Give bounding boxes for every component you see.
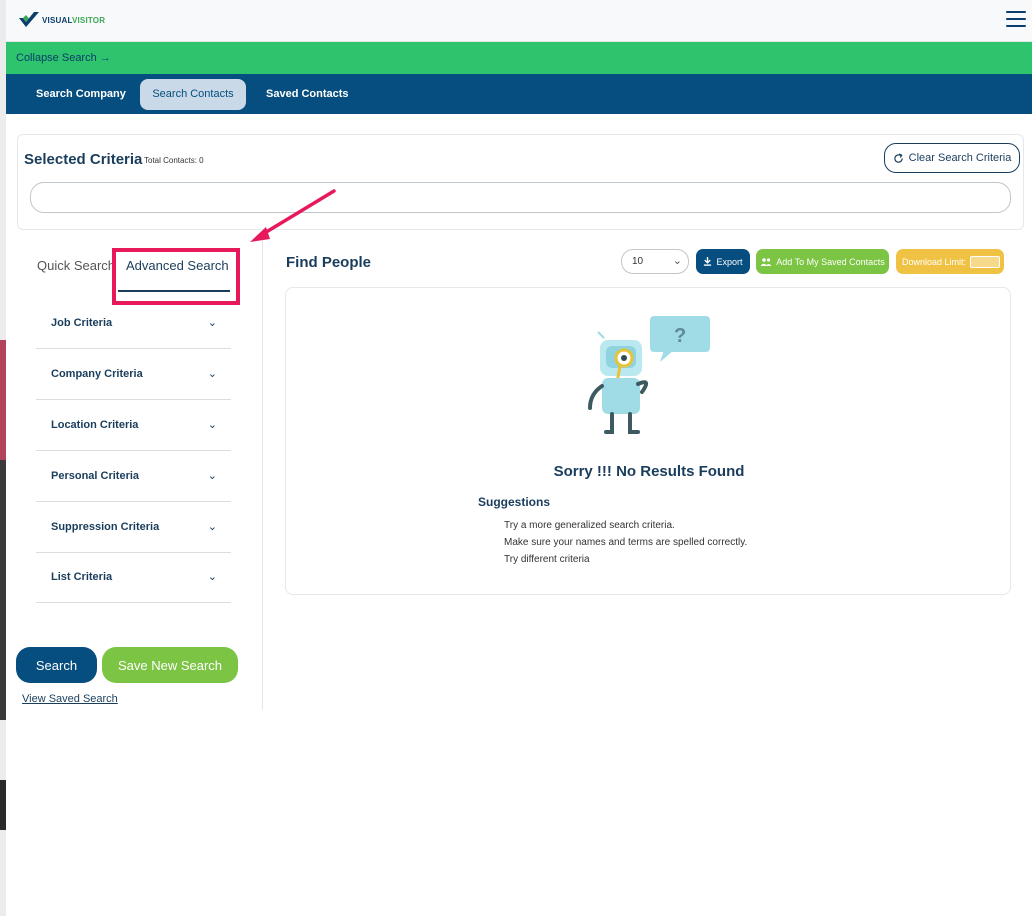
tab-quick-search[interactable]: Quick Search	[37, 258, 115, 273]
selected-criteria-title: Selected Criteria	[24, 151, 143, 168]
logo-text: VISUALVISITOR	[42, 15, 106, 25]
svg-text:?: ?	[674, 325, 686, 347]
total-contacts: Total Contacts: 0	[144, 156, 204, 165]
chevron-down-icon: ⌄	[207, 368, 217, 380]
chevron-down-icon: ⌄	[207, 470, 217, 482]
save-new-search-button[interactable]: Save New Search	[102, 647, 238, 683]
panel-divider	[262, 240, 263, 710]
list-item: Try a more generalized search criteria.	[504, 520, 675, 531]
search-sidebar: Quick Search Advanced Search Job Criteri…	[16, 240, 262, 710]
accordion-list-criteria[interactable]: List Criteria ⌄	[36, 552, 231, 603]
search-mode-tabs: Quick Search Advanced Search	[26, 246, 240, 305]
chevron-down-icon: ⌄	[207, 317, 217, 329]
main-nav: Search Company Search Contacts Saved Con…	[6, 74, 1032, 114]
selected-criteria-panel: Selected Criteria Total Contacts: 0 Clea…	[17, 134, 1024, 230]
accordion-job-criteria[interactable]: Job Criteria ⌄	[36, 298, 231, 349]
accordion-company-criteria[interactable]: Company Criteria ⌄	[36, 349, 231, 400]
annotation-highlight-box	[112, 248, 240, 305]
suggestions-title: Suggestions	[478, 495, 551, 509]
tab-search-company[interactable]: Search Company	[24, 79, 138, 110]
no-results-message: Sorry !!! No Results Found	[553, 463, 745, 480]
tab-saved-contacts[interactable]: Saved Contacts	[254, 79, 361, 110]
list-item: Make sure your names and terms are spell…	[504, 537, 748, 548]
collapse-search-link[interactable]: Collapse Search →	[16, 52, 111, 64]
logo-check-icon	[19, 12, 39, 27]
view-saved-search-link[interactable]: View Saved Search	[22, 693, 118, 705]
accordion-personal-criteria[interactable]: Personal Criteria ⌄	[36, 451, 231, 502]
chevron-down-icon: ⌄	[207, 419, 217, 431]
per-page-select[interactable]: 10 ⌄	[621, 249, 689, 274]
robot-search-illustration-icon: ?	[588, 316, 710, 434]
annotation-arrow-icon	[250, 189, 336, 242]
users-icon	[760, 257, 772, 266]
chevron-down-icon: ⌄	[207, 521, 217, 533]
hamburger-icon[interactable]	[1006, 11, 1026, 27]
suggestions-list: Try a more generalized search criteria. …	[504, 517, 747, 568]
logo[interactable]: VISUALVISITOR	[18, 10, 105, 30]
results-panel: ? Sorry !!! No Results Found Suggestions…	[285, 287, 1011, 595]
list-item: Try different criteria	[504, 554, 590, 565]
clear-search-criteria-button[interactable]: Clear Search Criteria	[884, 143, 1020, 173]
top-bar: VISUALVISITOR	[6, 0, 1032, 42]
download-limit-bar	[970, 255, 1001, 268]
download-icon	[704, 257, 712, 266]
search-button[interactable]: Search	[16, 647, 97, 683]
download-limit-badge: Download Limit:	[896, 249, 1004, 274]
export-button[interactable]: Export	[696, 249, 750, 274]
app-window: VISUALVISITOR Collapse Search → Search C…	[6, 0, 1032, 916]
collapse-search-bar: Collapse Search →	[6, 42, 1032, 74]
find-people-title: Find People	[286, 254, 372, 271]
chevron-down-icon: ⌄	[207, 571, 217, 583]
accordion-location-criteria[interactable]: Location Criteria ⌄	[36, 400, 231, 451]
tab-search-contacts[interactable]: Search Contacts	[140, 79, 246, 110]
selected-criteria-input[interactable]	[30, 182, 1011, 213]
accordion-suppression-criteria[interactable]: Suppression Criteria ⌄	[36, 502, 231, 553]
add-to-saved-contacts-button[interactable]: Add To My Saved Contacts	[756, 249, 889, 274]
refresh-icon	[893, 152, 903, 163]
chevron-down-icon: ⌄	[672, 255, 682, 267]
